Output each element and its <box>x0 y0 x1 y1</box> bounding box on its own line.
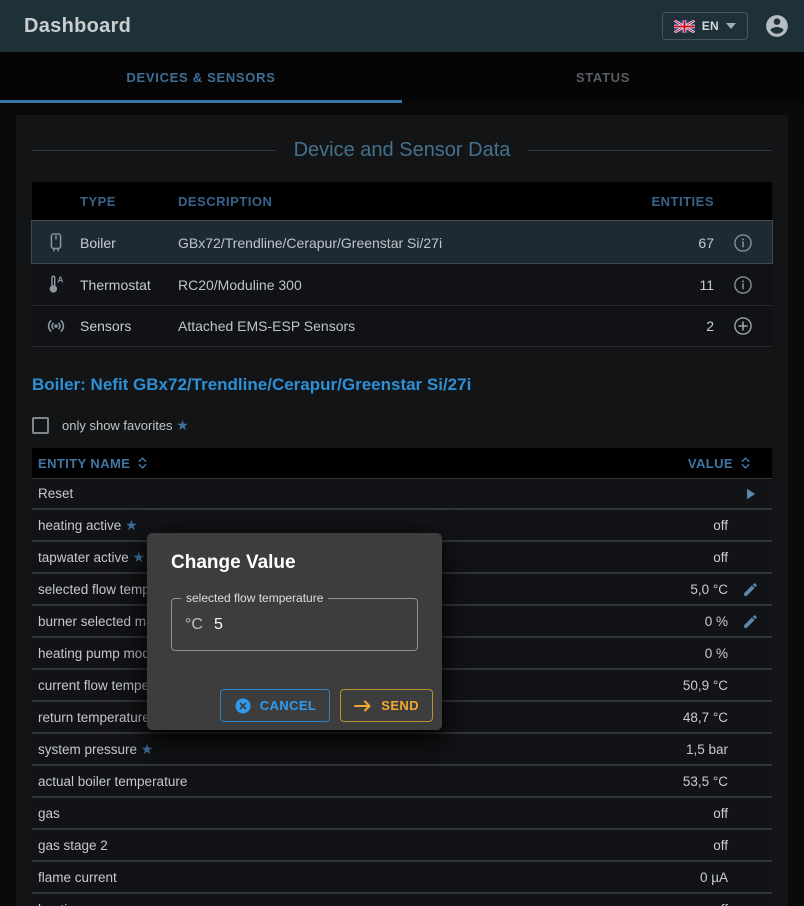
entity-value: off <box>713 550 728 565</box>
dashboard-page: Dashboard EN DEV <box>0 0 804 906</box>
entity-row[interactable]: heating pump off <box>32 894 772 906</box>
favorite-star-icon: ★ <box>141 741 154 757</box>
entity-name: gas <box>38 806 60 821</box>
entity-row[interactable]: actual boiler temperature 53,5 °C <box>32 766 772 798</box>
device-type: Boiler <box>80 235 178 251</box>
col-entities: ENTITIES <box>642 194 714 209</box>
entity-row[interactable]: flame current 0 µA <box>32 862 772 894</box>
device-description: Attached EMS-ESP Sensors <box>178 318 642 334</box>
entity-value: 0 µA <box>700 870 728 885</box>
sort-entity-name[interactable]: ENTITY NAME <box>38 455 149 471</box>
favorite-star-icon: ★ <box>133 549 146 565</box>
input-unit: °C <box>185 616 203 634</box>
sort-icon <box>136 455 149 471</box>
device-entity-count: 2 <box>642 318 714 334</box>
col-description: DESCRIPTION <box>178 194 642 209</box>
entity-value: 5,0 °C <box>690 582 728 597</box>
device-description: GBx72/Trendline/Cerapur/Greenstar Si/27i <box>178 235 642 251</box>
entity-value: off <box>713 806 728 821</box>
device-description: RC20/Moduline 300 <box>178 277 642 293</box>
execute-icon[interactable] <box>741 485 759 503</box>
entity-value: 53,5 °C <box>683 774 728 789</box>
favorites-checkbox[interactable] <box>32 417 49 434</box>
boiler-heading: Boiler: Nefit GBx72/Trendline/Cerapur/Gr… <box>32 375 772 395</box>
tab-devices-sensors[interactable]: DEVICES & SENSORS <box>0 52 402 103</box>
cancel-button[interactable]: CANCEL <box>220 689 331 722</box>
input-value: 5 <box>214 616 223 634</box>
chevron-down-icon <box>726 23 736 29</box>
col-type: TYPE <box>80 194 178 209</box>
dialog-title: Change Value <box>147 533 442 584</box>
device-table-body: BoilerGBx72/Trendline/Cerapur/Greenstar … <box>32 221 772 347</box>
entity-name: return temperature <box>38 710 150 725</box>
tab-status[interactable]: STATUS <box>402 52 804 103</box>
info-icon[interactable] <box>714 275 772 295</box>
page-title: Dashboard <box>24 15 131 38</box>
svg-text:A: A <box>57 276 63 285</box>
col-entity-name: ENTITY NAME <box>38 456 130 471</box>
col-value: VALUE <box>688 456 733 471</box>
entity-value: off <box>713 518 728 533</box>
device-row[interactable]: SensorsAttached EMS-ESP Sensors2 <box>32 305 772 347</box>
tab-bar: DEVICES & SENSORS STATUS <box>0 52 804 103</box>
entity-value: 0 % <box>705 646 728 661</box>
entity-name: Reset <box>38 486 73 501</box>
main-panel: Device and Sensor Data TYPE DESCRIPTION … <box>16 115 788 906</box>
entity-name: flame current <box>38 870 117 885</box>
language-selector[interactable]: EN <box>662 12 748 40</box>
entity-value: 1,5 bar <box>686 742 728 757</box>
sort-icon <box>739 455 752 471</box>
send-arrow-icon <box>354 700 373 712</box>
edit-icon[interactable] <box>742 581 759 598</box>
dialog-actions: CANCEL SEND <box>147 689 442 730</box>
boiler-icon <box>32 231 80 254</box>
favorites-filter: only show favorites ★ <box>32 417 772 434</box>
section-title: Device and Sensor Data <box>294 139 511 162</box>
device-entity-count: 67 <box>642 235 714 251</box>
edit-icon[interactable] <box>742 613 759 630</box>
device-type: Sensors <box>80 318 178 334</box>
entity-table-header: ENTITY NAME VALUE <box>32 448 772 478</box>
account-icon[interactable] <box>764 13 790 39</box>
uk-flag-icon <box>674 20 695 33</box>
add-icon[interactable] <box>714 316 772 336</box>
device-type: Thermostat <box>80 277 178 293</box>
favorite-star-icon: ★ <box>125 517 138 533</box>
entity-value: off <box>713 838 728 853</box>
entity-name: system pressure ★ <box>38 741 153 758</box>
section-title-row: Device and Sensor Data <box>32 115 772 182</box>
entity-name: tapwater active ★ <box>38 549 145 566</box>
entity-name: heating pump <box>38 902 120 906</box>
device-row[interactable]: BoilerGBx72/Trendline/Cerapur/Greenstar … <box>32 221 772 263</box>
device-entity-count: 11 <box>642 277 714 293</box>
entity-value: off <box>713 902 728 906</box>
device-table-header: TYPE DESCRIPTION ENTITIES <box>32 182 772 221</box>
entity-row[interactable]: gas off <box>32 798 772 830</box>
entity-value: 0 % <box>705 614 728 629</box>
entity-name: gas stage 2 <box>38 838 108 853</box>
sensors-icon <box>32 314 80 338</box>
favorite-star-icon: ★ <box>176 417 189 433</box>
send-button[interactable]: SEND <box>340 689 433 722</box>
entity-row[interactable]: gas stage 2 off <box>32 830 772 862</box>
device-row[interactable]: A ThermostatRC20/Moduline 30011 <box>32 263 772 305</box>
change-value-dialog: Change Value selected flow temperature °… <box>147 533 442 730</box>
entity-value: 50,9 °C <box>683 678 728 693</box>
info-icon[interactable] <box>714 233 772 253</box>
favorites-label: only show favorites ★ <box>62 417 189 434</box>
sort-value[interactable]: VALUE <box>688 455 752 471</box>
app-bar: Dashboard EN <box>0 0 804 52</box>
value-input[interactable]: selected flow temperature °C 5 <box>171 598 418 651</box>
entity-row[interactable]: Reset <box>32 478 772 510</box>
entity-name: actual boiler temperature <box>38 774 187 789</box>
entity-name: heating active ★ <box>38 517 138 534</box>
cancel-icon <box>234 697 252 715</box>
language-code: EN <box>702 19 719 33</box>
entity-row[interactable]: system pressure ★ 1,5 bar <box>32 734 772 766</box>
entity-value: 48,7 °C <box>683 710 728 725</box>
thermostat-icon: A <box>32 273 80 296</box>
input-label: selected flow temperature <box>181 591 328 605</box>
active-tab-indicator <box>0 100 402 103</box>
